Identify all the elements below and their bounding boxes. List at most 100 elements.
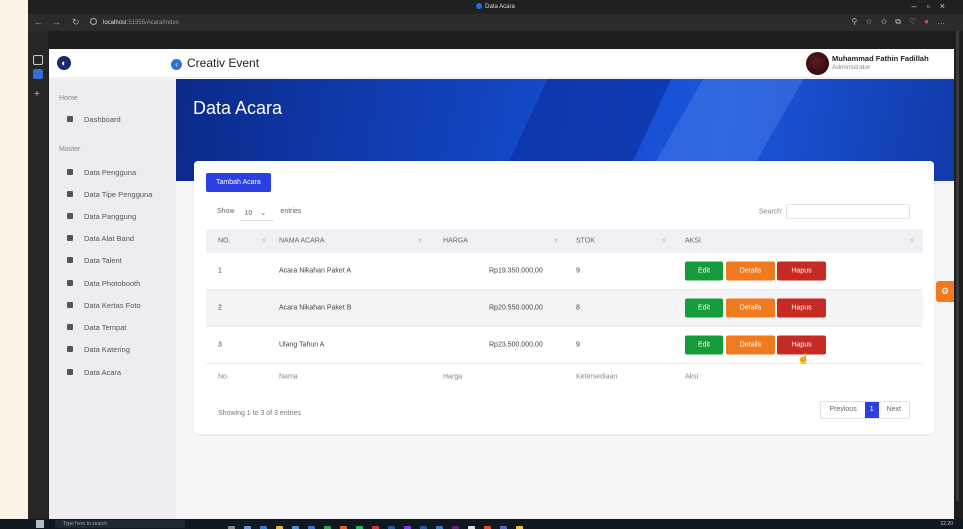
url-field[interactable]: localhost:51955/Acara/Index [90, 18, 179, 26]
talent-icon [67, 257, 73, 263]
top-navbar: ◐ ‹ Creativ Event Muhammad Fathin Fadilla… [49, 49, 954, 78]
header-no[interactable]: NO. [218, 238, 230, 245]
user-name[interactable]: Muhammad Fathin Fadillah [832, 54, 950, 63]
page-title: Data Acara [193, 98, 283, 118]
edit-button[interactable]: Edit [685, 261, 723, 281]
app-viewport: ◐ ‹ Creativ Event Muhammad Fathin Fadilla… [49, 49, 954, 519]
show-entries-control: Show 10 ⌄ entries [217, 208, 301, 221]
sidebar-item-data-alat-band[interactable]: Data Alat Band [67, 234, 134, 243]
sidebar-item-data-pengguna[interactable]: Data Pengguna [67, 168, 136, 177]
sidebar-item-label: Data Talent [84, 256, 122, 265]
sidebar-item-data-talent[interactable]: Data Talent [67, 256, 122, 265]
url-host: localhost [103, 20, 127, 26]
next-button[interactable]: Next [879, 402, 909, 418]
footer-harga: Harga [443, 373, 463, 381]
header-harga[interactable]: HARGA [443, 238, 468, 245]
tab-icon[interactable] [33, 55, 43, 65]
clock[interactable]: 12.20 [940, 521, 953, 527]
sidebar-item-data-tempat[interactable]: Data Tempat [67, 323, 126, 332]
footer-ketersediaan: Ketersediaan [576, 373, 618, 381]
entries-label: entries [280, 208, 302, 215]
table-row: 3 Ulang Tahun A Rp23.500.000,00 9 Edit D… [206, 327, 923, 364]
back-icon[interactable]: ← [34, 17, 43, 27]
header-aksi[interactable]: AKSI [685, 238, 701, 245]
delete-button[interactable]: Hapus [777, 335, 826, 355]
guitar-icon [67, 235, 73, 241]
footer-nama: Nama [279, 373, 298, 381]
sidebar-item-dashboard[interactable]: Dashboard [67, 115, 121, 124]
header-stok[interactable]: STOK [576, 238, 595, 245]
browser-toolbar-icons[interactable]: ⚲☆✩⧉♡●… [852, 17, 953, 27]
page-1-button[interactable]: 1 [864, 402, 879, 418]
sort-icon[interactable]: ⇅ [418, 238, 422, 244]
sort-icon[interactable]: ⇅ [910, 238, 914, 244]
sidebar-item-data-kertas-foto[interactable]: Data Kertas Foto [67, 301, 141, 310]
brand: ‹ Creativ Event [171, 56, 259, 70]
details-button[interactable]: Details [726, 335, 775, 355]
sidebar-item-label: Data Photobooth [84, 279, 141, 288]
add-event-button[interactable]: Tambah Acara [206, 173, 271, 192]
details-button[interactable]: Details [726, 298, 775, 318]
cell-stok: 8 [576, 304, 580, 312]
table-header: NO. ⇅ NAMA ACARA ⇅ HARGA ⇅ STOK ⇅ AKSI ⇅ [206, 229, 923, 253]
header-nama-acara[interactable]: NAMA ACARA [279, 238, 325, 245]
table-row: 1 Acara Nikahan Paket A Rp19.350.000,00 … [206, 253, 923, 290]
taskbar-search-input[interactable]: Type here to search [55, 520, 185, 528]
site-info-icon[interactable] [90, 18, 97, 25]
sort-icon[interactable]: ⇅ [262, 238, 266, 244]
sidebar-section-home: Home [59, 95, 78, 102]
cell-nama: Ulang Tahun A [279, 341, 325, 349]
sidebar-section-master: Master [59, 146, 81, 153]
sidebar-item-data-katering[interactable]: Data Katering [67, 345, 130, 354]
entries-value: 10 [244, 210, 253, 217]
delete-button[interactable]: Hapus [777, 298, 826, 318]
sidebar-item-data-panggung[interactable]: Data Panggung [67, 212, 136, 221]
table-footer: No. Nama Harga Ketersediaan Aksi [206, 364, 923, 390]
cell-no: 3 [218, 341, 222, 349]
site-favicon-icon [476, 3, 483, 9]
sidebar-toggle-icon[interactable]: ‹ [171, 59, 182, 70]
cell-harga: Rp23.500.000,00 [489, 341, 543, 349]
event-icon [67, 369, 73, 375]
previous-button[interactable]: Previous [821, 402, 864, 418]
profile-icon[interactable]: ● [924, 17, 937, 26]
taskbar-app-icons[interactable] [228, 520, 532, 529]
window-controls[interactable]: –▫× [912, 1, 955, 11]
active-tab-icon[interactable] [33, 69, 43, 79]
catering-icon [67, 346, 73, 352]
home-icon [67, 324, 73, 330]
delete-button[interactable]: Hapus [777, 261, 826, 281]
sidebar-item-label: Data Panggung [84, 212, 137, 221]
data-card: Tambah Acara Show 10 ⌄ entries Search: N… [194, 161, 934, 434]
refresh-icon[interactable]: ↻ [72, 17, 80, 28]
new-tab-icon[interactable]: + [34, 89, 40, 100]
sidebar-item-label: Data Katering [84, 345, 130, 354]
sidebar-item-label: Data Tempat [84, 323, 127, 332]
sort-icon[interactable]: ⇅ [662, 238, 666, 244]
cell-stok: 9 [576, 267, 580, 275]
sidebar-item-data-acara[interactable]: Data Acara [67, 368, 121, 377]
cell-no: 1 [218, 267, 222, 275]
details-button[interactable]: Details [726, 261, 775, 281]
sidebar-item-data-photobooth[interactable]: Data Photobooth [67, 279, 140, 288]
forward-icon[interactable]: → [52, 17, 61, 27]
settings-gear-icon[interactable]: ⚙ [936, 281, 954, 302]
edit-button[interactable]: Edit [685, 335, 723, 355]
logo-icon[interactable]: ◐ [57, 56, 71, 70]
windows-start-icon[interactable] [36, 520, 44, 528]
window-title: Data Acara [28, 3, 963, 10]
cell-stok: 9 [576, 341, 580, 349]
cell-harga: Rp19.350.000,00 [489, 267, 543, 275]
cell-nama: Acara Nikahan Paket A [279, 267, 351, 275]
window-title-text: Data Acara [485, 4, 515, 10]
sidebar-item-data-tipe-pengguna[interactable]: Data Tipe Pengguna [67, 190, 152, 199]
search-input[interactable] [786, 204, 910, 219]
photo-icon [67, 302, 73, 308]
sort-icon[interactable]: ⇅ [554, 238, 558, 244]
avatar[interactable] [806, 52, 829, 75]
system-tray[interactable]: 12.20 [940, 520, 953, 528]
pagination: Previous 1 Next [820, 401, 910, 419]
entries-select[interactable]: 10 ⌄ [240, 209, 275, 221]
scrollbar[interactable] [956, 31, 959, 501]
edit-button[interactable]: Edit [685, 298, 723, 318]
